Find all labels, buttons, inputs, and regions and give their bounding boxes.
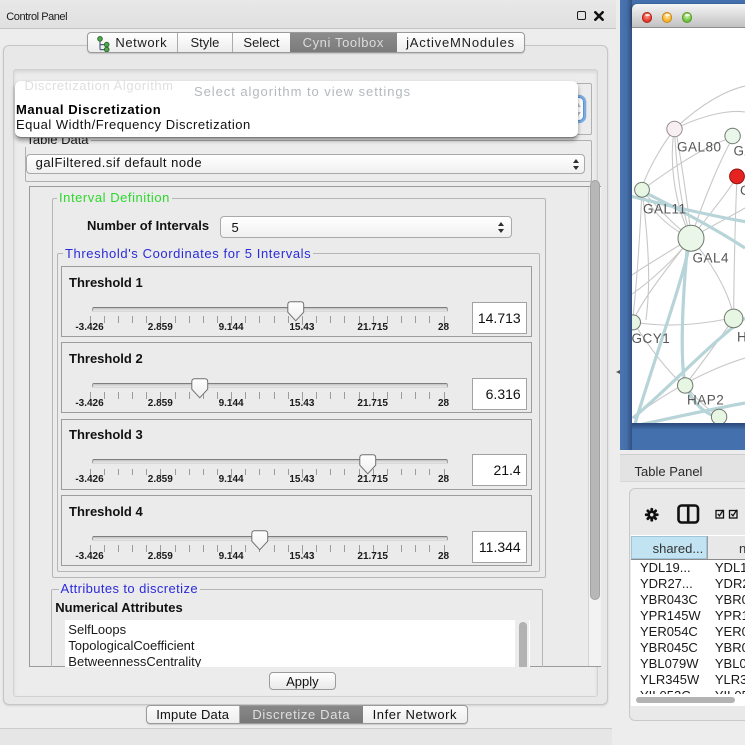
svg-text:GA: GA — [734, 143, 745, 158]
svg-text:HI: HI — [737, 329, 745, 344]
svg-text:GAL11: GAL11 — [643, 201, 687, 216]
svg-text:GAL4: GAL4 — [693, 250, 730, 265]
svg-text:HAP2: HAP2 — [687, 392, 724, 407]
svg-text:GCY1: GCY1 — [632, 331, 670, 346]
svg-text:CA: CA — [740, 183, 745, 198]
svg-text:GAL80: GAL80 — [677, 139, 722, 154]
